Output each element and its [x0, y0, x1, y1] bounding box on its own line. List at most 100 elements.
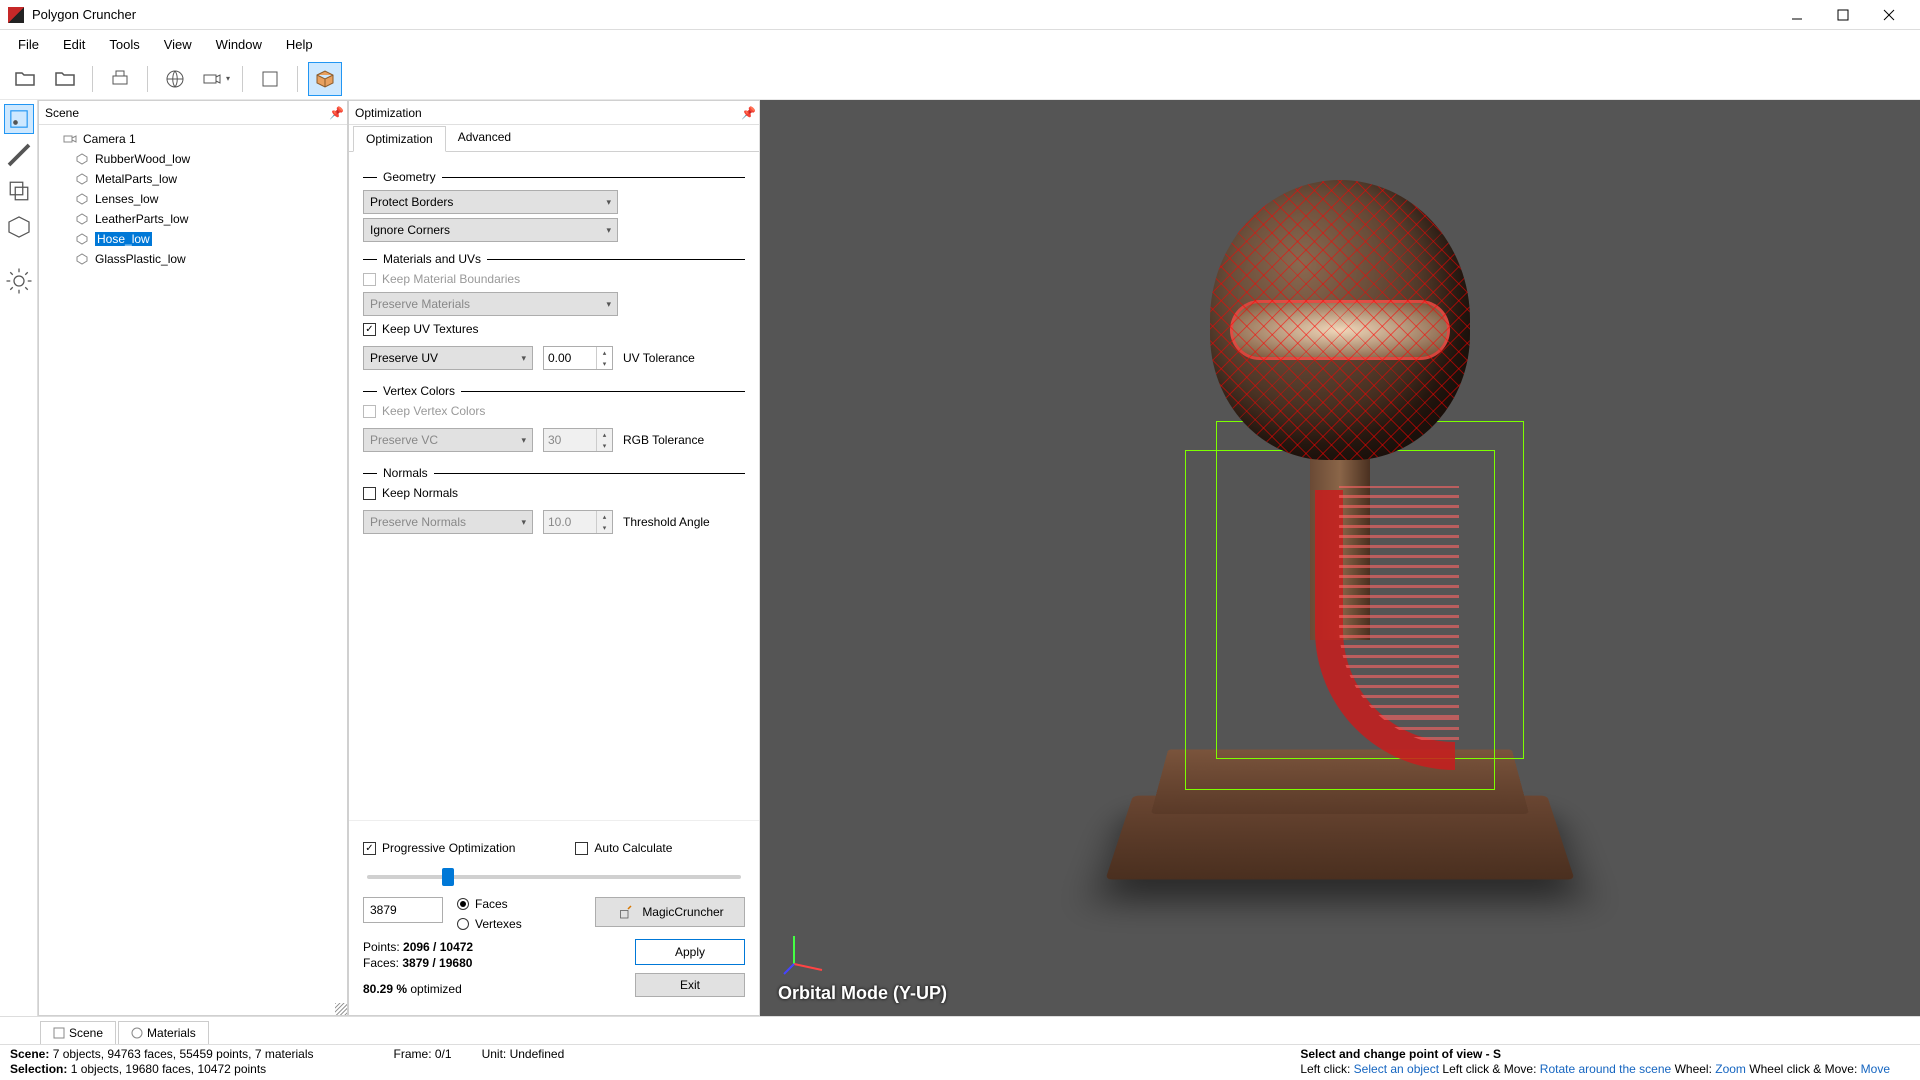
- frame-status: Frame: 0/1: [394, 1047, 452, 1062]
- print-icon[interactable]: [103, 62, 137, 96]
- preserve-vc-combo: Preserve VC▾: [363, 428, 533, 452]
- wand-icon: [616, 903, 634, 921]
- apply-button[interactable]: Apply: [635, 939, 745, 965]
- tree-item-hose_low[interactable]: Hose_low: [39, 229, 347, 249]
- bottom-tabs: Scene Materials: [0, 1016, 1920, 1044]
- open-folder2-icon[interactable]: [48, 62, 82, 96]
- perspective-tool-icon[interactable]: [4, 212, 34, 242]
- rgb-tolerance-label: RGB Tolerance: [623, 433, 704, 447]
- protect-borders-combo[interactable]: Protect Borders▾: [363, 190, 618, 214]
- select-tool-icon[interactable]: [4, 104, 34, 134]
- model-preview: [1090, 140, 1590, 940]
- tree-item-leatherparts_low[interactable]: LeatherParts_low: [39, 209, 347, 229]
- exit-button[interactable]: Exit: [635, 973, 745, 997]
- optimization-slider[interactable]: [367, 875, 741, 879]
- tree-item-label: Hose_low: [95, 232, 152, 246]
- tree-item-label: Lenses_low: [95, 192, 158, 206]
- tree-item-glassplastic_low[interactable]: GlassPlastic_low: [39, 249, 347, 269]
- tree-item-label: RubberWood_low: [95, 152, 190, 166]
- menubar: File Edit Tools View Window Help: [0, 30, 1920, 58]
- unit-status: Unit: Undefined: [482, 1047, 565, 1062]
- separator: [297, 66, 298, 92]
- keep-uv-textures-check[interactable]: ✓Keep UV Textures: [363, 322, 745, 336]
- separator: [242, 66, 243, 92]
- toolbar: ▾: [0, 58, 1920, 100]
- copy-tool-icon[interactable]: [4, 176, 34, 206]
- mesh-icon: [75, 192, 89, 206]
- tree-item-lenses_low[interactable]: Lenses_low: [39, 189, 347, 209]
- tree-item-label: LeatherParts_low: [95, 212, 188, 226]
- tab-scene[interactable]: Scene: [40, 1021, 116, 1044]
- tab-optimization[interactable]: Optimization: [353, 126, 446, 152]
- rgb-tolerance-input: 30▴▾: [543, 428, 613, 452]
- close-button[interactable]: [1866, 0, 1912, 30]
- box3d-icon[interactable]: [308, 62, 342, 96]
- window-icon[interactable]: [253, 62, 287, 96]
- preserve-materials-combo: Preserve Materials▾: [363, 292, 618, 316]
- app-title: Polygon Cruncher: [32, 7, 1774, 22]
- tree-item-label: GlassPlastic_low: [95, 252, 186, 266]
- menu-view[interactable]: View: [154, 33, 202, 56]
- tab-materials[interactable]: Materials: [118, 1021, 209, 1044]
- tree-item-label: MetalParts_low: [95, 172, 177, 186]
- gear-icon[interactable]: [4, 266, 34, 296]
- progressive-optimization-check[interactable]: ✓Progressive Optimization: [363, 841, 515, 855]
- globe-icon[interactable]: [158, 62, 192, 96]
- section-normals: Normals: [383, 466, 428, 480]
- maximize-button[interactable]: [1820, 0, 1866, 30]
- optimization-panel: Optimization 📌 Optimization Advanced Geo…: [348, 100, 760, 1016]
- menu-edit[interactable]: Edit: [53, 33, 95, 56]
- scene-tree: ▸Camera 1 RubberWood_low MetalParts_low Len…: [39, 125, 347, 273]
- separator: [92, 66, 93, 92]
- materials-tab-icon: [131, 1027, 143, 1039]
- scene-panel: Scene 📌 ▸Camera 1RubberWood_lowMetalPart…: [38, 100, 348, 1016]
- viewport-mode-label: Orbital Mode (Y-UP): [778, 983, 947, 1004]
- scene-tab-icon: [53, 1027, 65, 1039]
- mesh-icon: [75, 152, 89, 166]
- magiccruncher-button[interactable]: MagicCruncher: [595, 897, 745, 927]
- mesh-icon: [75, 232, 89, 246]
- viewport[interactable]: Orbital Mode (Y-UP): [760, 100, 1920, 1016]
- threshold-angle-input: 10.0▴▾: [543, 510, 613, 534]
- mesh-icon: [75, 212, 89, 226]
- tree-item-camera 1[interactable]: ▸Camera 1: [39, 129, 347, 149]
- side-toolbar: [0, 100, 38, 1016]
- menu-file[interactable]: File: [8, 33, 49, 56]
- statusbar: Scene: 7 objects, 94763 faces, 55459 poi…: [0, 1044, 1920, 1080]
- uv-tolerance-label: UV Tolerance: [623, 351, 695, 365]
- vertexes-radio[interactable]: Vertexes: [457, 917, 522, 931]
- camera-icon: [63, 132, 77, 146]
- tree-item-rubberwood_low[interactable]: RubberWood_low: [39, 149, 347, 169]
- open-folder-icon[interactable]: [8, 62, 42, 96]
- menu-help[interactable]: Help: [276, 33, 323, 56]
- menu-tools[interactable]: Tools: [99, 33, 149, 56]
- pin-icon[interactable]: 📌: [741, 106, 753, 120]
- mesh-icon: [75, 172, 89, 186]
- mesh-icon: [75, 252, 89, 266]
- tree-item-label: Camera 1: [83, 132, 136, 146]
- threshold-angle-label: Threshold Angle: [623, 515, 710, 529]
- auto-calculate-check[interactable]: Auto Calculate: [575, 841, 672, 855]
- axis-gizmo-icon: [782, 926, 832, 976]
- paint-tool-icon[interactable]: [4, 140, 34, 170]
- app-icon: [8, 7, 24, 23]
- pin-icon[interactable]: 📌: [329, 106, 341, 120]
- section-materials: Materials and UVs: [383, 252, 481, 266]
- resize-grip[interactable]: [335, 1003, 347, 1015]
- faces-radio[interactable]: Faces: [457, 897, 522, 911]
- camera-dropdown-icon[interactable]: ▾: [198, 62, 232, 96]
- uv-tolerance-input[interactable]: 0.00▴▾: [543, 346, 613, 370]
- tab-advanced[interactable]: Advanced: [446, 125, 523, 151]
- menu-window[interactable]: Window: [206, 33, 272, 56]
- optimization-tabs: Optimization Advanced: [349, 125, 759, 152]
- minimize-button[interactable]: [1774, 0, 1820, 30]
- viewport-hints: Select and change point of view - S Left…: [1300, 1047, 1910, 1077]
- preserve-uv-combo[interactable]: Preserve UV▾: [363, 346, 533, 370]
- tree-item-metalparts_low[interactable]: MetalParts_low: [39, 169, 347, 189]
- ignore-corners-combo[interactable]: Ignore Corners▾: [363, 218, 618, 242]
- keep-normals-check[interactable]: Keep Normals: [363, 486, 745, 500]
- separator: [147, 66, 148, 92]
- face-count-input[interactable]: 3879: [363, 897, 443, 923]
- keep-vertex-colors-check[interactable]: Keep Vertex Colors: [363, 404, 745, 418]
- keep-material-boundaries-check[interactable]: Keep Material Boundaries: [363, 272, 745, 286]
